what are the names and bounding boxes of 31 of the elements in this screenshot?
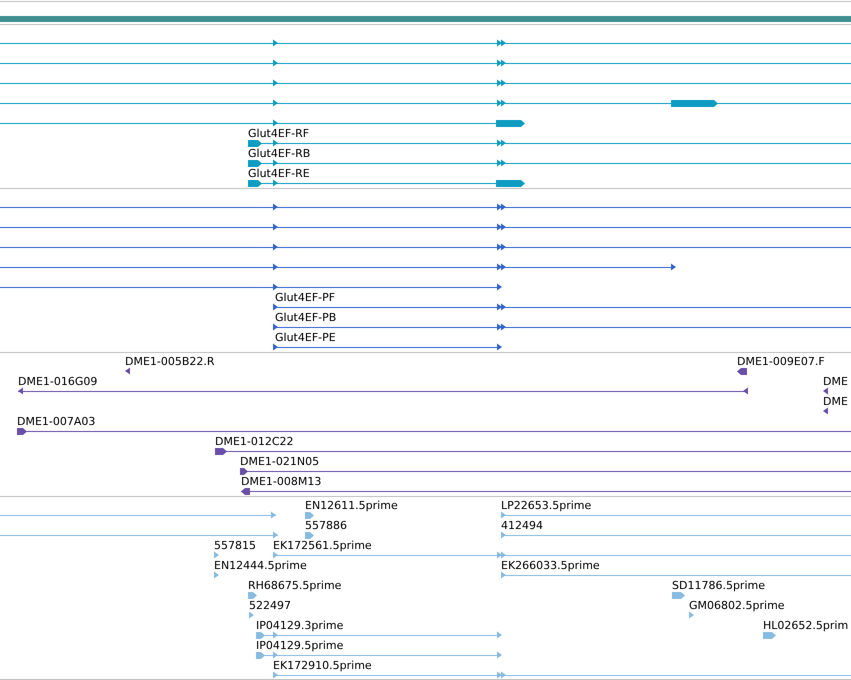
feature-label: 557886 xyxy=(305,519,347,532)
feature-label: DME1-005B22.R xyxy=(125,355,215,368)
feature-label: HL02652.5prim xyxy=(763,619,848,632)
feature-label: Glut4EF-RB xyxy=(248,147,310,160)
feature-label: Glut4EF-PF xyxy=(275,291,336,304)
feature-label: DME1-008M13 xyxy=(241,475,322,488)
feature-label: EK172910.5prime xyxy=(273,659,372,672)
feature-label: Glut4EF-RE xyxy=(248,167,310,180)
feature-label: 522497 xyxy=(249,599,291,612)
feature-label: Glut4EF-PE xyxy=(275,331,336,344)
feature-label: EN12611.5prime xyxy=(305,499,398,512)
feature-label: DME xyxy=(823,375,848,388)
feature-label: EK266033.5prime xyxy=(501,559,600,572)
feature-label: DME xyxy=(823,395,848,408)
feature-label: GM06802.5prime xyxy=(689,599,785,612)
feature-label: DME1-012C22 xyxy=(215,435,294,448)
feature-label: DME1-021N05 xyxy=(240,455,320,468)
feature-label: LP22653.5prime xyxy=(501,499,592,512)
feature-label: IP04129.5prime xyxy=(256,639,344,652)
feature-label: EN12444.5prime xyxy=(214,559,307,572)
feature-label: 557815 xyxy=(214,539,256,552)
feature-label: DME1-016G09 xyxy=(18,375,98,388)
feature-label: Glut4EF-RF xyxy=(248,127,310,140)
feature-label: DME1-009E07.F xyxy=(737,355,825,368)
feature-label: RH68675.5prime xyxy=(248,579,342,592)
feature-label: EK172561.5prime xyxy=(273,539,372,552)
feature-label: 412494 xyxy=(501,519,543,532)
feature-label: SD11786.5prime xyxy=(672,579,765,592)
feature-label: Glut4EF-PB xyxy=(275,311,336,324)
feature-label: DME1-007A03 xyxy=(17,415,96,428)
feature-label: IP04129.3prime xyxy=(256,619,344,632)
